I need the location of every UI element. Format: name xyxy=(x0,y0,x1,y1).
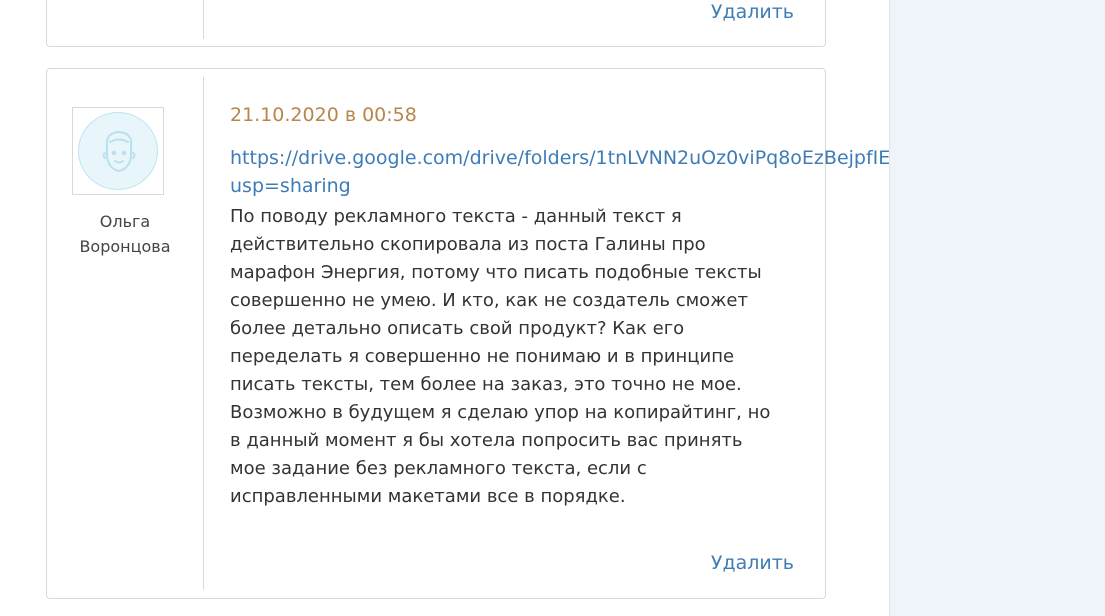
comment-card-previous: Удалить xyxy=(46,0,826,47)
comment-text-line: переделать я совершенно не понимаю и в п… xyxy=(230,346,735,367)
author-name: Ольга Воронцова xyxy=(53,209,197,259)
comment-text-line: писать тексты, тем более на заказ, это т… xyxy=(230,374,742,395)
comment-card: Ольга Воронцова 21.10.2020 в 00:58 https… xyxy=(46,68,971,599)
avatar[interactable] xyxy=(72,107,164,195)
delete-comment-button[interactable]: Удалить xyxy=(711,1,794,23)
comment-divider xyxy=(203,0,204,39)
author-first-name: Ольга xyxy=(99,212,151,231)
author-last-name: Воронцова xyxy=(79,237,171,256)
page: Удалить Ольга Воронцова 21.10.2020 в 00:… xyxy=(0,0,1105,616)
drive-link-continued[interactable]: usp=sharing xyxy=(230,175,351,197)
right-sidebar xyxy=(889,0,1105,616)
delete-comment-button[interactable]: Удалить xyxy=(711,552,794,574)
comment-text-line: исправленными макетами все в порядке. xyxy=(230,486,626,507)
comment-text-line: действительно скопировала из поста Галин… xyxy=(230,234,706,255)
comment-text-line: мое задание без рекламного текста, если … xyxy=(230,458,647,479)
user-avatar-icon xyxy=(78,112,158,190)
comment-divider xyxy=(203,77,204,590)
comment-date: 21.10.2020 в 00:58 xyxy=(230,104,417,126)
comment-text-line: более детально описать свой продукт? Как… xyxy=(230,318,685,339)
comment-text-line: марафон Энергия, потому что писать подоб… xyxy=(230,262,762,283)
comment-text: По поводу рекламного текста - данный тек… xyxy=(230,203,800,511)
comment-text-line: в данный момент я бы хотела попросить ва… xyxy=(230,430,743,451)
comment-text-line: Возможно в будущем я сделаю упор на копи… xyxy=(230,402,771,423)
drive-link[interactable]: https://drive.google.com/drive/folders/1… xyxy=(230,147,971,169)
comment-text-line: совершенно не умею. И кто, как не создат… xyxy=(230,290,748,311)
comment-text-line: По поводу рекламного текста - данный тек… xyxy=(230,206,682,227)
